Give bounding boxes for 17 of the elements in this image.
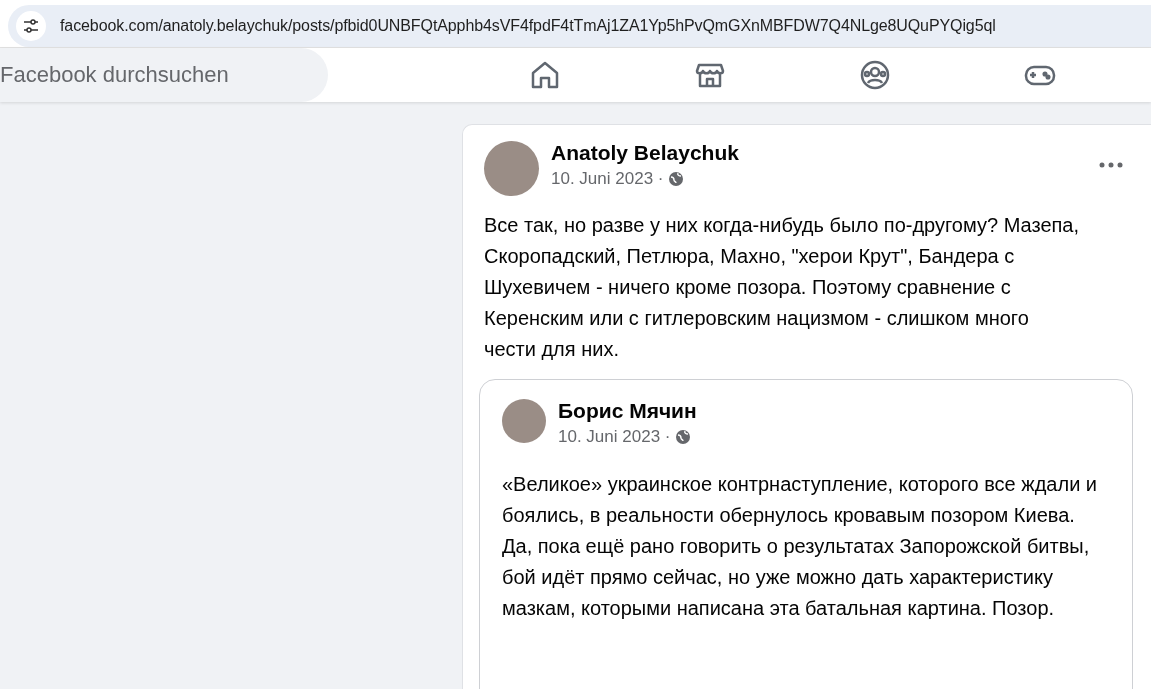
- post-text: «Великое» украинское контрнаступление, которого все ждали и боялись, в реальности обернулось кровавым позором Киева. Да, пока ещё рано говорить о результатах Запорожской битвы, бой идёт прямо сейчас, но уже можно дать характеристику мазкам, которыми написана эта батальная картина. Позор.: [502, 472, 1099, 621]
- address-bar[interactable]: facebook.com/anatoly.belaychuk/posts/pfbid0UNBFQtApphb4sVF4fpdF4tTmAj1ZA1Yp5hPvQmGXnMBFDW7Q4NLge8UQuPYQig5ql: [8, 5, 1151, 47]
- avatar[interactable]: [484, 141, 539, 196]
- site-info-icon[interactable]: [16, 11, 46, 41]
- post-date[interactable]: 10. Juni 2023 ·: [551, 169, 664, 189]
- globe-icon: [668, 171, 685, 187]
- author-name[interactable]: Борис Мячин: [558, 399, 1132, 423]
- url-text: facebook.com/anatoly.belaychuk/posts/pfbid0UNBFQtApphb4sVF4fpdF4tTmAj1ZA1Yp5hPvQmGXnMBFDW7Q4NLge8UQuPYQig5ql: [60, 17, 996, 35]
- shared-post-card[interactable]: [479, 379, 1133, 689]
- people-icon: [858, 59, 891, 91]
- post-date[interactable]: 10. Juni 2023 ·: [558, 427, 671, 447]
- search-field[interactable]: Facebook durchsuchen: [0, 48, 328, 102]
- globe-icon: [675, 429, 692, 445]
- post-text: Все так, но разве у них когда-нибудь было по-другому? Мазепа, Скоропадский, Петлюра, Махно, "херои Крут", Бандера с Шухевичем - ничего кроме позора. Поэтому сравнение с Керенским или с гитлеровским нацизмом - слишком много чести для них.: [484, 213, 1080, 362]
- author-name[interactable]: Anatoly Belaychuk: [551, 141, 1081, 165]
- more-icon: [1099, 162, 1123, 168]
- avatar[interactable]: [502, 399, 546, 443]
